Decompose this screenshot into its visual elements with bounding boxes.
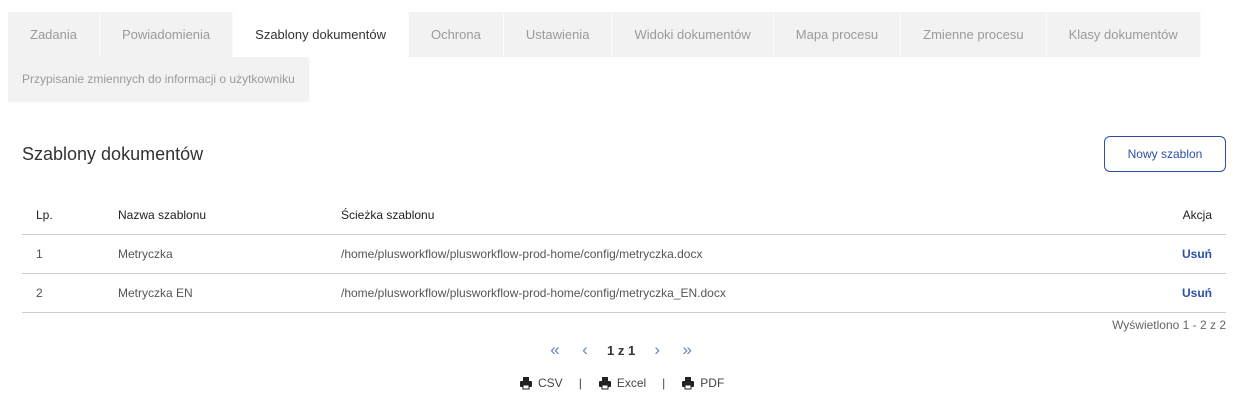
first-page-icon[interactable]: « xyxy=(545,340,565,360)
page-title: Szablony dokumentów xyxy=(22,144,204,164)
separator: | xyxy=(578,376,582,390)
table-header-row: Lp. Nazwa szablonu Ścieżka szablonu Akcj… xyxy=(22,196,1226,235)
table-row: 1 Metryczka /home/plusworkflow/plusworkf… xyxy=(22,234,1226,274)
tab-widoki-dokumentow[interactable]: Widoki dokumentów xyxy=(612,12,774,57)
tab-bar: Zadania Powiadomienia Szablony dokumentó… xyxy=(8,12,1201,102)
new-template-button[interactable]: Nowy szablon xyxy=(1104,136,1226,172)
next-page-icon[interactable]: › xyxy=(647,340,667,360)
print-icon xyxy=(682,377,695,390)
cell-action: Usuń xyxy=(1156,273,1226,313)
cell-path: /home/plusworkflow/plusworkflow-prod-hom… xyxy=(341,234,1156,274)
cell-lp: 2 xyxy=(22,273,118,313)
tab-przypisanie-zmiennych[interactable]: Przypisanie zmiennych do informacji o uż… xyxy=(8,57,310,102)
tab-row-2: Przypisanie zmiennych do informacji o uż… xyxy=(8,57,1148,102)
cell-name: Metryczka xyxy=(118,234,341,274)
header-path: Ścieżka szablonu xyxy=(341,196,1156,235)
export-pdf-button[interactable]: PDF xyxy=(681,376,724,390)
export-bar: CSV | Excel | PDF xyxy=(519,376,724,390)
tab-powiadomienia[interactable]: Powiadomienia xyxy=(99,12,234,57)
cell-lp: 1 xyxy=(22,234,118,274)
print-icon xyxy=(598,377,611,390)
cell-action: Usuń xyxy=(1156,234,1226,274)
print-icon xyxy=(520,377,532,390)
export-excel-button[interactable]: Excel xyxy=(598,376,646,390)
page-info: 1 z 1 xyxy=(607,342,636,358)
export-csv-button[interactable]: CSV xyxy=(519,376,563,390)
tab-ustawienia[interactable]: Ustawienia xyxy=(503,12,613,57)
table-row: 2 Metryczka EN /home/plusworkflow/pluswo… xyxy=(22,273,1226,313)
tab-klasy-dokumentow[interactable]: Klasy dokumentów xyxy=(1046,12,1201,57)
pagination: « ‹ 1 z 1 › » xyxy=(545,340,697,360)
tab-ochrona[interactable]: Ochrona xyxy=(408,12,504,57)
header-name: Nazwa szablonu xyxy=(118,196,341,235)
export-excel-label: Excel xyxy=(616,376,647,390)
separator: | xyxy=(662,376,666,390)
tab-szablony-dokumentow[interactable]: Szablony dokumentów xyxy=(233,12,409,57)
cell-path: /home/plusworkflow/plusworkflow-prod-hom… xyxy=(341,273,1156,313)
tab-mapa-procesu[interactable]: Mapa procesu xyxy=(773,12,902,57)
delete-link[interactable]: Usuń xyxy=(1182,247,1212,261)
tab-zadania[interactable]: Zadania xyxy=(8,12,100,57)
templates-table: Lp. Nazwa szablonu Ścieżka szablonu Akcj… xyxy=(22,196,1226,313)
header-action: Akcja xyxy=(1156,196,1226,235)
header-lp: Lp. xyxy=(22,196,118,235)
last-page-icon[interactable]: » xyxy=(677,340,697,360)
records-shown-text: Wyświetlono 1 - 2 z 2 xyxy=(1112,318,1226,332)
cell-name: Metryczka EN xyxy=(118,273,341,313)
delete-link[interactable]: Usuń xyxy=(1182,286,1212,300)
export-csv-label: CSV xyxy=(538,376,563,390)
tab-row: Zadania Powiadomienia Szablony dokumentó… xyxy=(8,12,1201,57)
prev-page-icon[interactable]: ‹ xyxy=(575,340,595,360)
tab-zmienne-procesu[interactable]: Zmienne procesu xyxy=(901,12,1047,57)
export-pdf-label: PDF xyxy=(700,376,725,390)
